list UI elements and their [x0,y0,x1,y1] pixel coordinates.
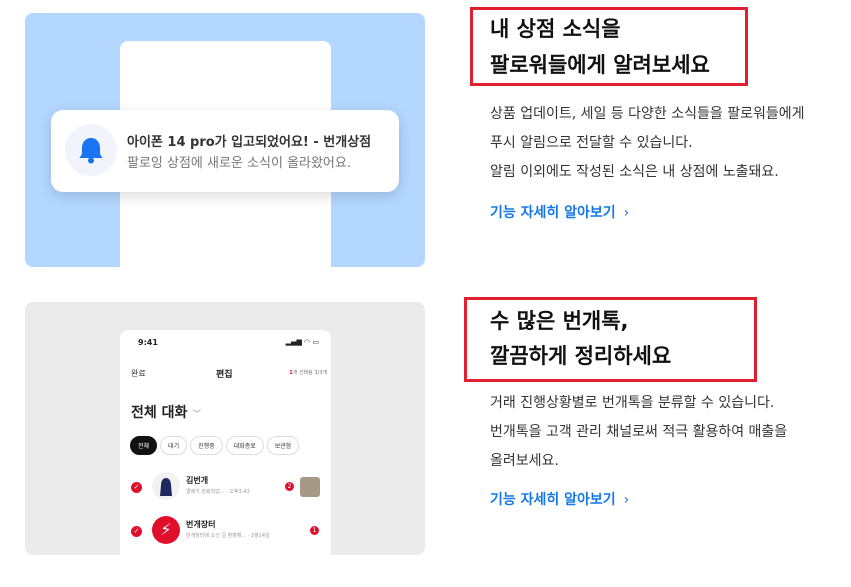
check-icon[interactable]: ✓ [131,526,142,537]
avatar [152,472,180,500]
chat-message: 번개장터에 오신 걸 환영해... · 3월14일 [186,533,270,539]
phone-mockup: 9:41 ▂▄▆ ◠ ▭ 완료 편집 1개 선택됨 3/3개 전체 대화 ﹀ 전… [120,330,331,555]
push-notification: 아이폰 14 pro가 입고되었어요! - 번개상점 팔로잉 상점에 새로운 소… [51,110,399,192]
selected-count: 1개 선택됨 3/3개 [289,370,327,376]
bell-icon [65,124,117,176]
section2-description-line2: 번개톡을 고객 관리 채널로써 적극 활용하여 매출을 [490,424,788,440]
status-icons: ▂▄▆ ◠ ▭ [285,338,319,346]
section1-description-line1: 상품 업데이트, 세일 등 다양한 소식들을 팔로워들에게 [490,106,805,122]
product-thumbnail [300,477,320,497]
section1-headline-line2: 팔로워들에게 알려보세요 [490,53,710,77]
chip-all[interactable]: 전체 [130,436,158,455]
edit-title: 편집 [216,370,233,380]
section2-learn-more-link[interactable]: 기능 자세히 알아보기 › [490,489,629,509]
section1-description-line2: 푸시 알림으로 전달할 수 있습니다. [490,135,693,151]
section2-headline-line2: 깔끔하게 정리하세요 [490,344,672,368]
section2-description-line1: 거래 진행상황별로 번개톡을 분류할 수 있습니다. [490,395,775,411]
chevron-right-icon: › [623,492,630,508]
chat-feature-card: 9:41 ▂▄▆ ◠ ▭ 완료 편집 1개 선택됨 3/3개 전체 대화 ﹀ 전… [25,302,425,555]
link-label: 기능 자세히 알아보기 [490,492,616,508]
notification-feature-card: 아이폰 14 pro가 입고되었어요! - 번개상점 팔로잉 상점에 새로운 소… [25,13,425,267]
status-time: 9:41 [138,338,158,347]
notification-title: 아이폰 14 pro가 입고되었어요! - 번개상점 [127,135,372,150]
done-button[interactable]: 완료 [131,368,146,379]
check-icon[interactable]: ✓ [131,482,142,493]
chevron-down-icon: ﹀ [192,410,202,420]
section2-headline-line1: 수 많은 번개톡, [490,309,629,333]
chip-archive[interactable]: 보관함 [266,436,300,455]
link-label: 기능 자세히 알아보기 [490,205,616,221]
section1-learn-more-link[interactable]: 기능 자세히 알아보기 › [490,202,629,222]
chip-waiting[interactable]: 대기 [160,436,188,455]
chat-name: 번개장터 [186,520,216,529]
notification-body: 팔로잉 상점에 새로운 소식이 올라왔어요. [127,156,351,171]
chip-in-progress[interactable]: 진행중 [190,436,223,455]
chat-row[interactable]: ✓ ⚡ 번개장터 번개장터에 오신 걸 환영해... · 3월14일 1 [120,514,331,548]
section1-description-line3: 알림 이외에도 작성된 소식은 내 상점에 노출돼요. [490,164,779,180]
lightning-icon: ⚡ [152,516,180,544]
section2-description-line3: 올려보세요. [490,453,559,469]
chevron-right-icon: › [623,205,630,221]
section1-headline-line1: 내 상점 소식을 [490,17,621,41]
chat-list-heading[interactable]: 전체 대화 ﹀ [131,402,201,422]
filter-chips: 전체 대기 진행중 대화종료 보관함 [130,433,302,455]
unread-badge: 1 [310,526,319,535]
unread-badge: 2 [285,482,294,491]
chat-row[interactable]: ✓ 김번개 결제가 완료되었... · 오후3:43 2 [120,470,331,504]
chat-message: 결제가 완료되었... · 오후3:43 [186,489,250,495]
chip-ended[interactable]: 대화종료 [225,436,264,455]
chat-name: 김번개 [186,476,209,485]
